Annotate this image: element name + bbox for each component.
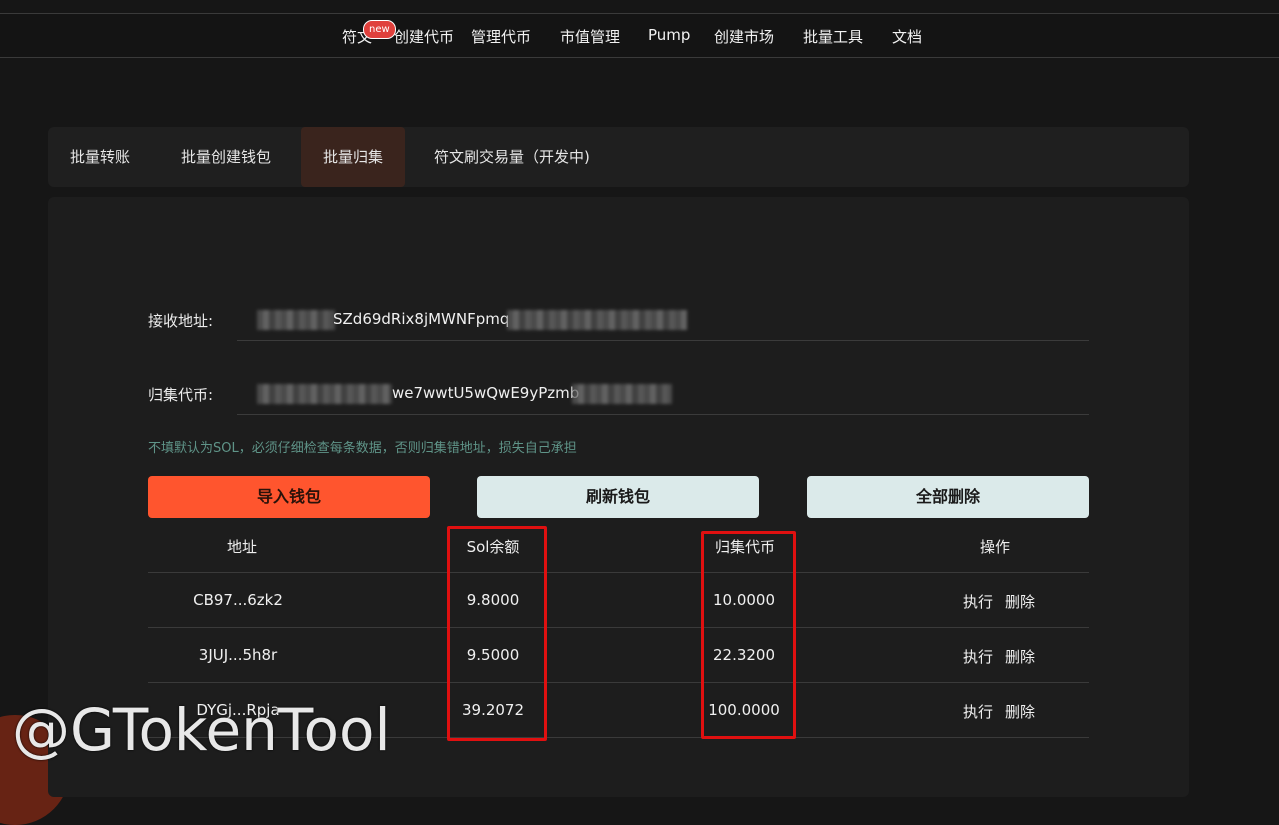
nav-item-docs[interactable]: 文档 [892, 26, 922, 47]
new-badge: new [363, 20, 396, 39]
tool-tabs: 批量转账 批量创建钱包 批量归集 符文刷交易量（开发中) [48, 127, 1189, 187]
warning-hint: 不填默认为SOL，必须仔细检查每条数据，否则归集错地址，损失自己承担 [148, 441, 577, 456]
token-column-highlight [701, 531, 796, 739]
delete-button[interactable]: 删除 [1005, 701, 1035, 722]
execute-button[interactable]: 执行 [963, 701, 993, 722]
redacted-suffix [572, 384, 672, 404]
header-address: 地址 [226, 538, 257, 556]
watermark-text: @GTokenTool [12, 696, 391, 764]
receive-address-label: 接收地址: [148, 312, 214, 330]
delete-button[interactable]: 删除 [1005, 591, 1035, 612]
tab-batch-transfer[interactable]: 批量转账 [48, 127, 152, 187]
sol-column-highlight [447, 526, 547, 741]
header-actions: 操作 [979, 538, 1010, 556]
execute-button[interactable]: 执行 [963, 591, 993, 612]
nav-item-manage-token[interactable]: 管理代币 [471, 26, 531, 47]
tab-batch-create-wallet[interactable]: 批量创建钱包 [159, 127, 293, 187]
collect-token-label: 归集代币: [148, 386, 214, 404]
receive-address-value: SZd69dRix8jMWNFpmq [333, 310, 510, 328]
receive-address-field[interactable]: SZd69dRix8jMWNFpmq [237, 300, 1089, 341]
nav-item-pump[interactable]: Pump [648, 26, 690, 44]
collect-token-value: we7wwtU5wQwE9yPzmb [392, 384, 580, 402]
execute-button[interactable]: 执行 [963, 646, 993, 667]
table-divider [148, 627, 1089, 628]
import-wallet-button[interactable]: 导入钱包 [148, 476, 430, 518]
delete-all-button[interactable]: 全部删除 [807, 476, 1089, 518]
nav-item-create-token[interactable]: 创建代币 [394, 26, 454, 47]
refresh-wallet-button[interactable]: 刷新钱包 [477, 476, 759, 518]
table-divider [148, 682, 1089, 683]
nav-item-batch-tools[interactable]: 批量工具 [803, 26, 863, 47]
redacted-prefix [257, 310, 335, 330]
delete-button[interactable]: 删除 [1005, 646, 1035, 667]
redacted-suffix [507, 310, 687, 330]
row-address: 3JUJ...5h8r [198, 646, 278, 664]
tab-rune-volume[interactable]: 符文刷交易量（开发中) [412, 127, 612, 187]
nav-item-create-market[interactable]: 创建市场 [714, 26, 774, 47]
collect-token-field[interactable]: we7wwtU5wQwE9yPzmb [237, 374, 1089, 415]
redacted-prefix [257, 384, 392, 404]
nav-item-market-cap[interactable]: 市值管理 [560, 26, 620, 47]
top-nav: 符文 new 创建代币 管理代币 市值管理 Pump 创建市场 批量工具 文档 [0, 13, 1279, 58]
tab-batch-collect[interactable]: 批量归集 [301, 127, 406, 187]
table-divider [148, 572, 1089, 573]
row-address: CB97...6zk2 [193, 591, 283, 609]
